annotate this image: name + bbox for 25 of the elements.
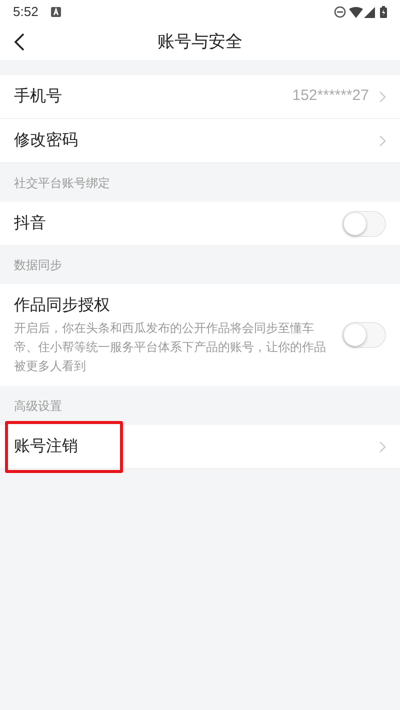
status-time: 5:52 [13,3,38,22]
chevron-right-icon [379,440,386,452]
row-label: 手机号 [14,86,62,106]
section-heading: 数据同步 [14,256,62,274]
section-heading: 高级设置 [14,398,62,414]
do-not-disturb-icon [334,6,346,18]
settings-row[interactable]: 手机号 152******27 [0,75,400,119]
toggle-switch[interactable] [342,322,386,348]
notification-icon [51,7,62,17]
row-description: 开启后，你在头条和西瓜发布的公开作品将会同步至懂车帝、住小帮等统一服务平台体系下产品的账号，让你的作品被更多人看到 [14,320,327,375]
row-label: 作品同步授权 [14,296,111,316]
page-title: 账号与安全 [158,31,242,54]
back-icon[interactable] [14,33,25,51]
settings-row[interactable]: 修改密码 [0,119,400,163]
toggle-switch[interactable] [342,210,386,236]
battery-icon [380,6,387,18]
row-value: 152******27 [292,86,369,106]
signal-icon [364,6,375,18]
row-label: 修改密码 [14,130,78,150]
row-label: 账号注销 [14,436,78,456]
chevron-right-icon [379,90,386,102]
row-label: 抖音 [14,214,47,234]
section-heading: 社交平台账号绑定 [14,174,110,192]
chevron-right-icon [379,134,386,146]
wifi-icon [349,6,363,18]
